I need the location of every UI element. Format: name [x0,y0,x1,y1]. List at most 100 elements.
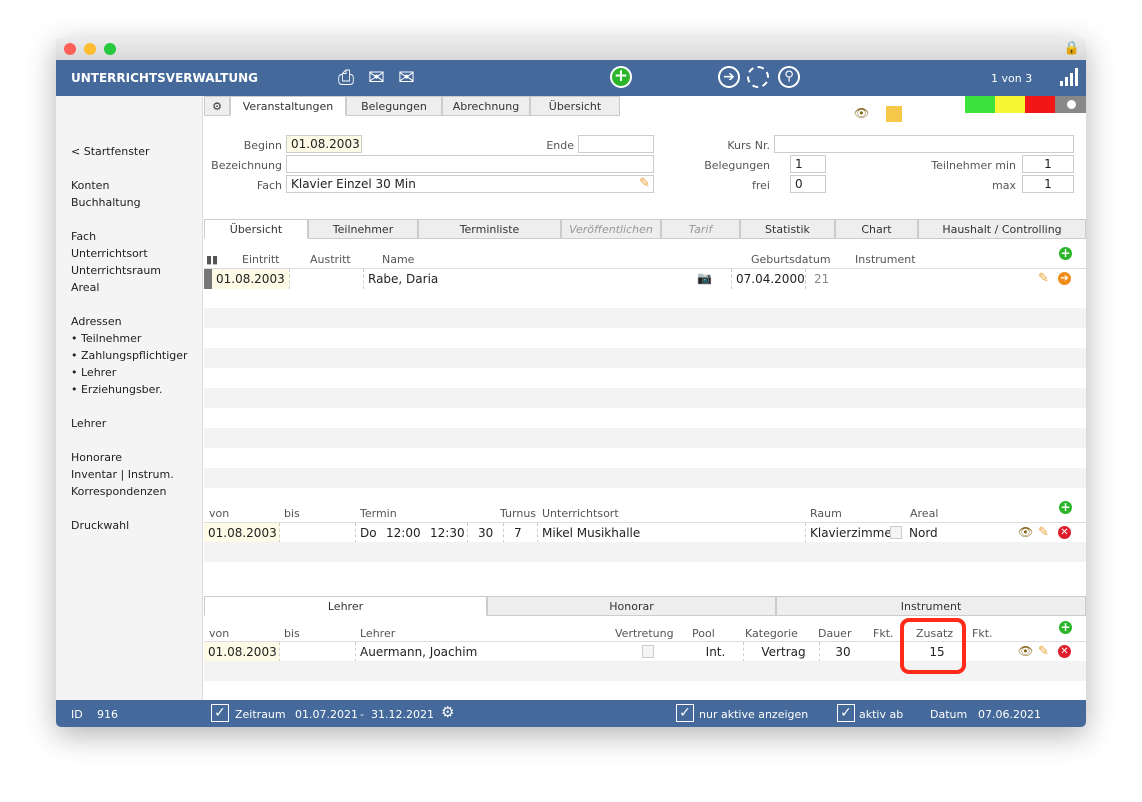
status-green[interactable] [965,96,995,113]
tab-veranstaltungen[interactable]: Veranstaltungen [230,96,346,116]
table-row[interactable]: 01.08.2003 Rabe, Daria 📷 07.04.2000 21 ✎… [204,268,1086,289]
sidebar-item[interactable]: Korrespondenzen [71,485,166,498]
sidebar-item[interactable]: < Startfenster [71,145,150,158]
sidebar-item[interactable]: Fach [71,230,96,243]
close-window-button[interactable] [64,43,76,55]
header-eintritt[interactable]: Eintritt [242,253,280,266]
end-cell: 12:30 [426,523,468,543]
print-icon[interactable]: ⎙ [338,65,354,89]
sidebar-item[interactable]: Unterrichtsraum [71,264,161,277]
zeitraum-checkbox[interactable]: ✓ [211,704,229,722]
tab-tarif[interactable]: Tarif [661,219,740,239]
calendar-icon[interactable] [642,645,654,658]
tab-haushalt-controlling[interactable]: Haushalt / Controlling [918,219,1086,239]
tab-belegungen[interactable]: Belegungen [346,96,442,116]
status-yellow[interactable] [995,96,1025,113]
tab-uebersicht-sub[interactable]: Übersicht [204,219,308,239]
max-field[interactable]: 1 [1022,175,1074,193]
mail-multiple-icon[interactable]: ✉ [398,65,415,89]
mail-icon[interactable]: ✉ [368,65,385,89]
belegungen-field[interactable]: 1 [790,155,826,173]
sidebar-item[interactable]: • Erziehungsber. [71,383,162,396]
arrow-right-circle-icon[interactable]: ➔ [1058,272,1071,285]
tab-chart[interactable]: Chart [835,219,918,239]
table-row[interactable]: 01.08.2003 Do 12:00 12:30 30 7 Mikel Mus… [204,522,1086,543]
tab-uebersicht[interactable]: Übersicht [530,96,620,116]
start-cell: 12:00 [386,526,421,540]
header-bis: bis [284,507,300,520]
zeitraum-to[interactable]: 31.12.2021 [371,708,434,721]
sort-icon[interactable]: ▮▮ [206,253,218,266]
add-schedule-icon[interactable]: + [1059,501,1072,514]
sidebar-item[interactable]: • Lehrer [71,366,116,379]
tab-veroeffentlichen[interactable]: Veröffentlichen [561,219,661,239]
eye-icon[interactable]: 👁 [1018,644,1033,658]
tab-terminliste[interactable]: Terminliste [418,219,561,239]
delete-icon[interactable]: ✕ [1058,526,1071,539]
sidebar-item[interactable]: Lehrer [71,417,106,430]
zeitraum-from[interactable]: 01.07.2021 [295,708,358,721]
pencil-icon[interactable]: ✎ [639,176,650,191]
teilnehmer-min-field[interactable]: 1 [1022,155,1074,173]
pencil-icon[interactable]: ✎ [1038,271,1049,286]
tab-honorar[interactable]: Honorar [487,596,776,616]
tab-abrechnung[interactable]: Abrechnung [442,96,530,116]
status-red[interactable] [1025,96,1055,113]
sidebar-item[interactable]: Areal [71,281,99,294]
minimize-window-button[interactable] [84,43,96,55]
add-participant-icon[interactable]: + [1059,247,1072,260]
geburtsdatum-cell: 07.04.2000 [732,269,806,289]
lower-tabs: Lehrer Honorar Instrument [204,596,1086,616]
gear-icon[interactable]: ⚙ [441,703,454,721]
sidebar-item[interactable]: • Zahlungspflichtiger [71,349,188,362]
note-edit-icon[interactable] [886,106,902,122]
header-geburtsdatum[interactable]: Geburtsdatum [751,253,831,266]
sidebar-item[interactable]: Honorare [71,451,122,464]
add-teacher-icon[interactable]: + [1059,621,1072,634]
arrow-right-icon[interactable]: ➔ [718,66,740,88]
sidebar-item[interactable]: • Teilnehmer [71,332,141,345]
sidebar-item[interactable]: Inventar | Instrum. [71,468,174,481]
max-label: max [992,179,1016,192]
search-icon[interactable]: ⚲ [778,66,800,88]
sidebar-item[interactable]: Buchhaltung [71,196,141,209]
lock-icon: 🔒 [1063,41,1080,56]
header-dauer: Dauer [818,627,852,640]
bezeichnung-field[interactable] [286,155,654,173]
eye-icon[interactable]: 👁 [854,106,869,120]
status-gray[interactable] [1055,96,1086,113]
kategorie-cell: Vertrag [744,642,820,662]
tab-teilnehmer[interactable]: Teilnehmer [308,219,418,239]
pencil-icon[interactable]: ✎ [1038,644,1049,659]
tab-instrument[interactable]: Instrument [776,596,1086,616]
sidebar-item[interactable]: Konten [71,179,109,192]
frei-label: frei [752,179,770,192]
kursnr-field[interactable] [774,135,1074,153]
sidebar-item[interactable]: Adressen [71,315,122,328]
pencil-icon[interactable]: ✎ [1038,525,1049,540]
frei-field[interactable]: 0 [790,175,826,193]
sidebar-item[interactable]: Druckwahl [71,519,129,532]
zoom-window-button[interactable] [104,43,116,55]
header-austritt[interactable]: Austritt [310,253,351,266]
tab-statistik[interactable]: Statistik [740,219,835,239]
tab-lehrer[interactable]: Lehrer [204,596,487,616]
aktiv-ab-checkbox[interactable]: ✓ [837,704,855,722]
calendar-icon[interactable] [890,526,902,539]
app-window: 🔒 UNTERRICHTSVERWALTUNG ⎙ ✉ ✉ + ➔ ⚲ 1 vo… [56,38,1086,727]
eye-icon[interactable]: 👁 [1018,525,1033,539]
add-record-icon[interactable]: + [610,66,632,88]
settings-gear-icon[interactable]: ⚙ [204,96,230,116]
beginn-field[interactable]: 01.08.2003 [286,135,362,153]
nur-aktive-checkbox[interactable]: ✓ [676,704,694,722]
header-instrument[interactable]: Instrument [855,253,916,266]
header-von: von [209,627,230,640]
header-name[interactable]: Name [382,253,414,266]
refresh-icon[interactable] [747,66,769,88]
fach-field[interactable]: Klavier Einzel 30 Min ✎ [286,175,654,193]
datum-value[interactable]: 07.06.2021 [978,708,1041,721]
sidebar-item[interactable]: Unterrichtsort [71,247,148,260]
delete-icon[interactable]: ✕ [1058,645,1071,658]
kursnr-label: Kurs Nr. [727,139,770,152]
ende-field[interactable] [578,135,654,153]
